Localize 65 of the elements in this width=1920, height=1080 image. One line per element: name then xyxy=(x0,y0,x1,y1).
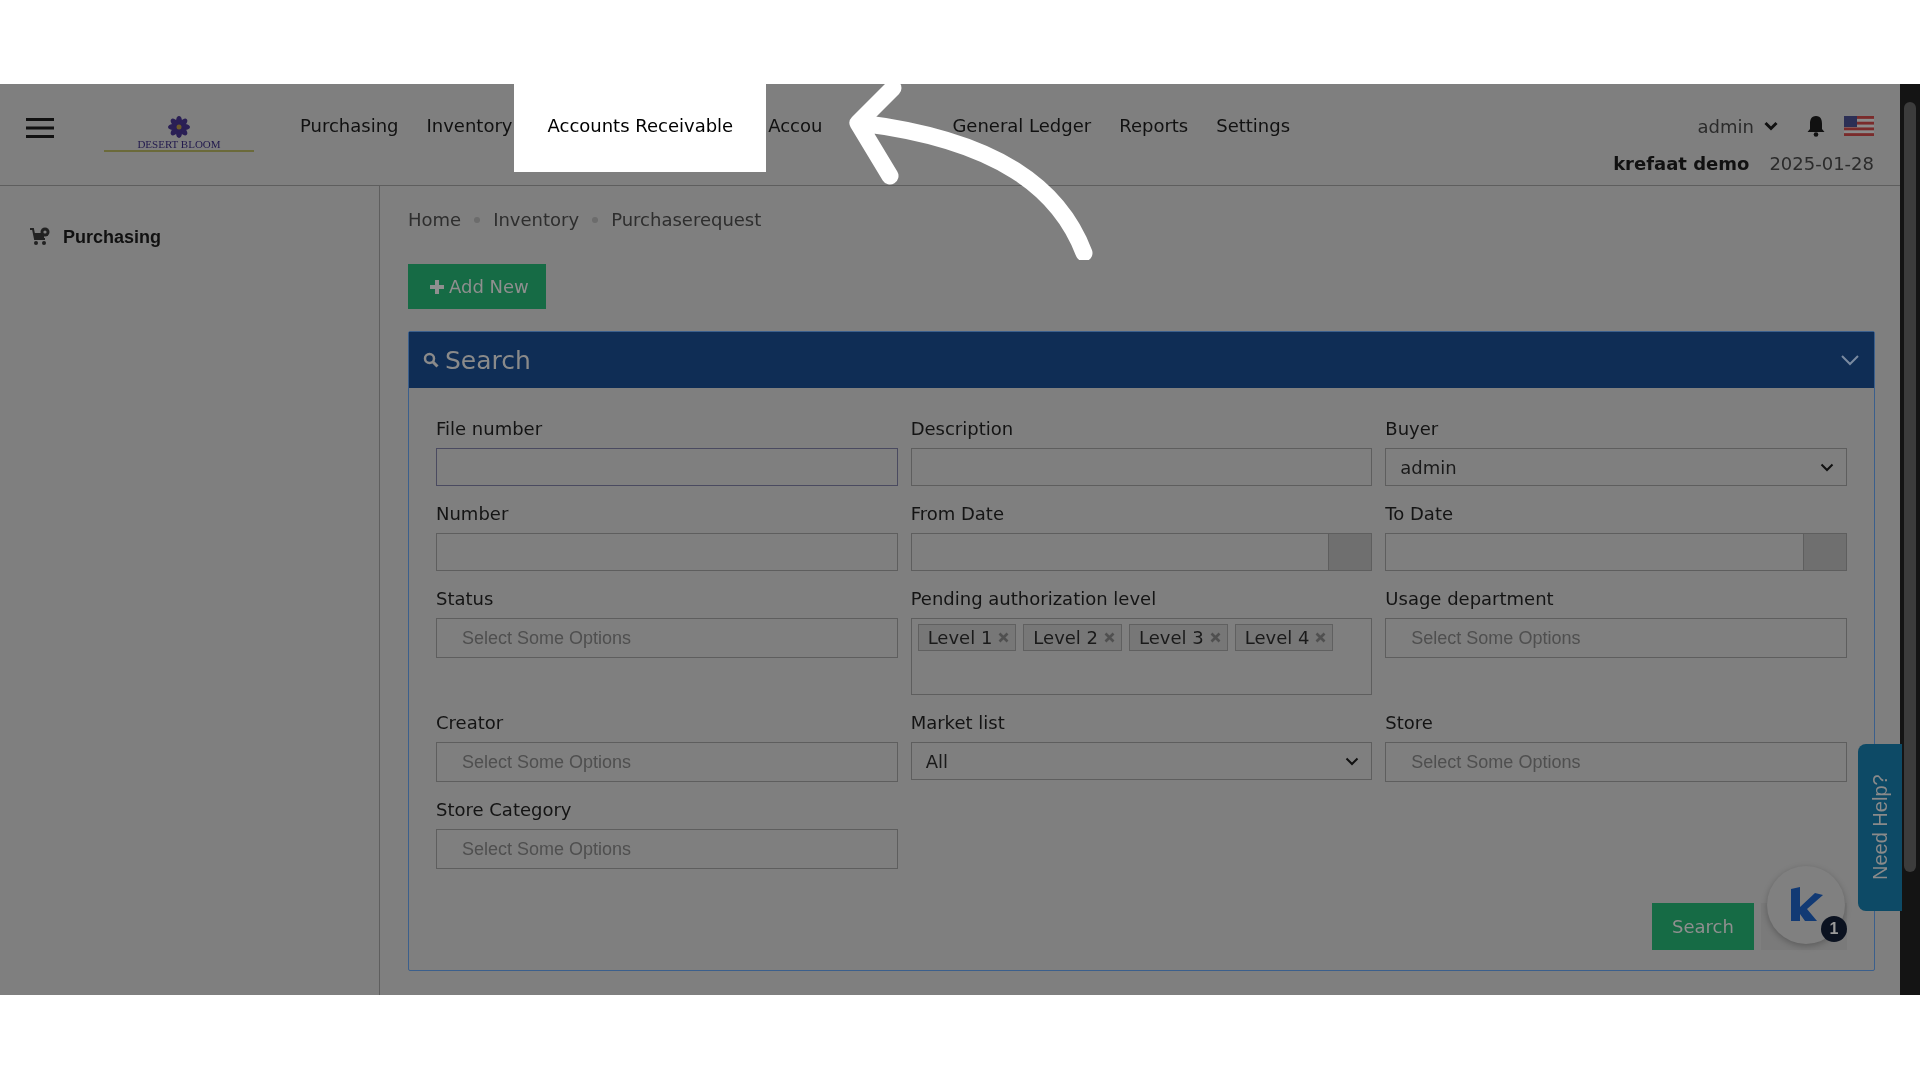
breadcrumb-link[interactable]: Inventory xyxy=(493,209,580,230)
plus-icon xyxy=(430,279,444,294)
search-icon xyxy=(423,352,439,368)
calendar-addon[interactable] xyxy=(1328,534,1372,570)
menu-icon[interactable] xyxy=(26,118,54,138)
search-button[interactable]: Search xyxy=(1652,903,1754,950)
field-label: Status xyxy=(436,587,495,610)
chevron-down-icon[interactable] xyxy=(1764,121,1778,131)
field-label: Store xyxy=(1385,711,1434,734)
chevron-down-icon[interactable] xyxy=(1840,354,1860,366)
tag: Level 2 xyxy=(1023,624,1123,651)
field-label: Creator xyxy=(436,711,505,734)
sidebar-item[interactable]: Purchasing xyxy=(63,226,162,248)
scrollbar[interactable] xyxy=(1900,84,1920,995)
field-label: Market list xyxy=(910,711,1006,734)
nav-link[interactable]: Reports xyxy=(1105,84,1203,172)
remove-icon[interactable] xyxy=(1209,632,1221,643)
remove-icon[interactable] xyxy=(998,632,1010,643)
field-label: To Date xyxy=(1385,502,1455,525)
panel-header[interactable]: Search xyxy=(409,332,1874,388)
notification-badge: 1 xyxy=(1821,916,1847,942)
input-field[interactable] xyxy=(436,533,898,571)
flag-icon[interactable] xyxy=(1844,116,1874,136)
chevron-down-icon xyxy=(1820,462,1834,472)
remove-icon[interactable] xyxy=(1315,632,1327,643)
field-label: From Date xyxy=(910,502,1005,525)
need-help-tab[interactable]: Need Help? xyxy=(1858,744,1902,911)
field-label: File number xyxy=(436,417,544,440)
field-label: Store Category xyxy=(436,798,573,821)
field-label: Buyer xyxy=(1385,417,1440,440)
nav-link[interactable]: Accou xyxy=(766,84,939,172)
tag: Level 3 xyxy=(1129,624,1228,651)
nav-link[interactable]: Settings xyxy=(1202,84,1305,172)
panel-title: Search xyxy=(445,345,531,375)
remove-icon[interactable] xyxy=(1104,632,1116,643)
user-menu[interactable]: admin xyxy=(1697,115,1754,137)
tag: Level 4 xyxy=(1234,624,1334,651)
field-label: Description xyxy=(910,417,1015,440)
company-name: krefaat demo xyxy=(1613,153,1750,174)
date-field[interactable] xyxy=(910,533,1373,571)
date-field[interactable] xyxy=(1385,533,1847,571)
field-label: Pending authorization level xyxy=(910,587,1158,610)
select-field[interactable]: admin xyxy=(1385,448,1847,486)
nav-link[interactable]: Inventory xyxy=(412,84,515,172)
bell-icon[interactable] xyxy=(1806,115,1826,137)
nav-link[interactable]: Purchasing xyxy=(286,84,413,172)
tag: Level 1 xyxy=(917,624,1017,651)
cart-icon[interactable] xyxy=(29,226,51,248)
input-field[interactable] xyxy=(436,448,898,486)
chat-bubble[interactable]: 1 xyxy=(1767,866,1845,944)
chevron-down-icon xyxy=(1345,756,1360,766)
date-text: 2025-01-28 xyxy=(1769,153,1874,174)
k-logo-icon xyxy=(1789,887,1823,923)
nav-link[interactable]: Accounts Receivable xyxy=(514,84,767,172)
breadcrumb-link[interactable]: Home xyxy=(408,209,462,230)
logo-text: DESERT BLOOM xyxy=(137,138,221,150)
add-new-button[interactable]: Add New xyxy=(408,264,546,309)
breadcrumb-link[interactable]: Purchaserequest xyxy=(611,209,762,230)
nav-link[interactable]: General Ledger xyxy=(938,84,1106,172)
multiselect-field[interactable]: Level 1 Level 2 Level 3 Level 4 xyxy=(910,618,1373,695)
field-label: Usage department xyxy=(1385,587,1555,610)
calendar-addon[interactable] xyxy=(1803,534,1846,570)
select-field[interactable]: All xyxy=(910,742,1373,780)
field-label: Number xyxy=(436,502,510,525)
input-field[interactable] xyxy=(910,448,1373,486)
